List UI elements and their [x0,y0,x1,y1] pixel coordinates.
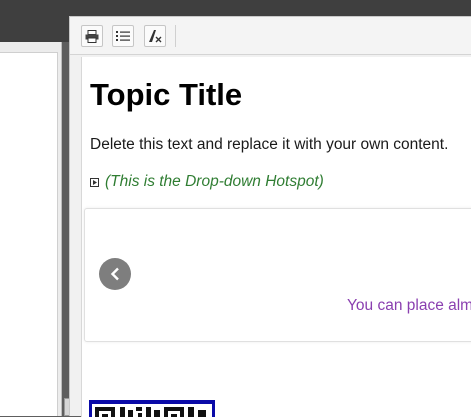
left-panel-content [0,52,58,416]
dropdown-hotspot[interactable]: (This is the Drop-down Hotspot) [90,172,324,192]
qr-code-icon [95,407,206,417]
topic-content: Topic Title Delete this text and replace… [81,57,471,417]
clear-format-icon [149,29,162,42]
qr-code-image [89,400,215,417]
previous-slide-button[interactable] [99,258,131,290]
print-button[interactable] [81,25,103,47]
body-text: Delete this text and replace it with you… [90,136,449,153]
dropdown-hotspot-label: (This is the Drop-down Hotspot) [105,173,324,190]
chevron-left-icon [110,267,119,281]
list-icon [116,31,130,41]
clear-formatting-button[interactable] [144,25,166,47]
left-panel [0,42,62,416]
slideshow: You can place alm [84,208,471,342]
toolbar [70,17,471,55]
slide-text: You can place alm [347,297,471,314]
topic-title: Topic Title [90,77,243,112]
expand-icon [90,177,99,187]
printer-icon [85,29,99,43]
toolbar-separator [175,25,176,47]
topic-window: Topic Title Delete this text and replace… [69,16,471,417]
list-button[interactable] [112,25,134,47]
